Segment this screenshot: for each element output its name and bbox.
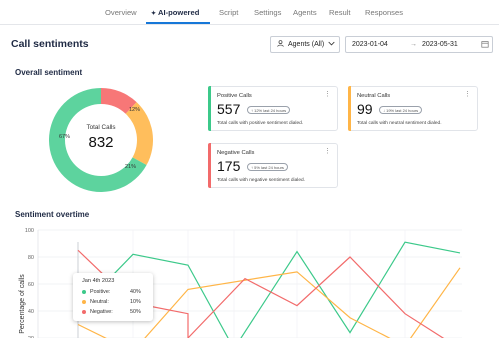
neutral-calls-card[interactable]: Neutral Calls ⋮ 99 ↓ 19% last 24 hours T… [348, 86, 478, 131]
chart-tooltip: Jan 4th 2023 Positive: 40% Neutral: 10% Ne… [73, 273, 153, 321]
tooltip-row-neutral: Neutral: 10% [82, 299, 148, 305]
tab-ai-powered[interactable]: ✦ AI-powered [151, 8, 199, 17]
tab-result[interactable]: Result [329, 8, 351, 17]
chevron-down-icon [328, 41, 335, 48]
legend-dot [82, 289, 86, 294]
tooltip-row-value: 40% [130, 289, 141, 295]
tab-ai-powered-label: AI-powered [158, 8, 200, 17]
negative-calls-card[interactable]: Negative Calls ⋮ 175 ↑ 5% last 24 hours … [208, 143, 338, 188]
card-description: Total calls with negative sentiment dial… [217, 178, 305, 183]
tab-overview[interactable]: Overview [105, 8, 137, 17]
card-title: Positive Calls [217, 93, 252, 99]
tab-script[interactable]: Script [219, 8, 238, 17]
change-value: ↑ 5% [251, 165, 260, 170]
arrow-right-icon: → [410, 41, 417, 48]
slice-label-neutral: 21% [125, 164, 137, 170]
sentiment-overtime-title: Sentiment overtime [15, 210, 90, 219]
sentiment-donut: Total Calls 832 67% 21% 12% [49, 88, 153, 192]
more-options-icon[interactable]: ⋮ [324, 90, 331, 98]
card-title: Neutral Calls [357, 93, 391, 99]
card-value: 99 [357, 101, 373, 117]
tooltip-row-value: 50% [130, 309, 141, 315]
change-value: ↑ 12% [251, 108, 263, 113]
change-badge: ↑ 5% last 24 hours [247, 163, 288, 171]
y-axis-label: Percentage of calls [19, 274, 26, 334]
page-title: Call sentiments [11, 38, 89, 50]
tab-bar: Overview ✦ AI-powered Script Settings Age… [0, 0, 499, 25]
person-icon [277, 40, 284, 49]
y-tick-label: 100 [25, 228, 34, 234]
tooltip-row-name: Positive: [90, 289, 111, 295]
card-description: Total calls with neutral sentiment diale… [357, 121, 442, 126]
calendar-icon [481, 40, 489, 50]
y-tick-label: 40 [28, 309, 34, 315]
change-note: last 24 hours [395, 108, 419, 113]
change-badge: ↑ 12% last 24 hours [247, 106, 291, 114]
card-value: 175 [217, 158, 241, 174]
card-accent [208, 143, 211, 188]
legend-dot [82, 299, 86, 304]
date-from[interactable]: 2023-01-04 [352, 41, 388, 48]
positive-calls-card[interactable]: Positive Calls ⋮ 557 ↑ 12% last 24 hours… [208, 86, 338, 131]
more-options-icon[interactable]: ⋮ [464, 90, 471, 98]
tooltip-row-negative: Negative: 50% [82, 309, 148, 315]
legend-dot [82, 309, 86, 314]
tab-responses[interactable]: Responses [365, 8, 403, 17]
overall-sentiment-title: Overall sentiment [15, 68, 83, 77]
card-accent [348, 86, 351, 131]
agents-dropdown[interactable]: Agents (All) [270, 36, 340, 53]
tooltip-row-value: 10% [130, 299, 141, 305]
card-title: Negative Calls [217, 150, 255, 156]
active-tab-indicator [146, 22, 210, 24]
more-options-icon[interactable]: ⋮ [324, 147, 331, 155]
y-tick-label: 60 [28, 282, 34, 288]
tab-agents[interactable]: Agents [293, 8, 317, 17]
date-range-picker[interactable]: 2023-01-04 → 2023-05-31 [345, 36, 493, 53]
change-note: last 24 hours [261, 165, 284, 170]
change-value: ↓ 19% [383, 108, 395, 113]
slice-label-negative: 12% [129, 107, 141, 113]
tooltip-row-positive: Positive: 40% [82, 289, 148, 295]
tooltip-row-name: Negative: [90, 309, 113, 315]
tooltip-title: Jan 4th 2023 [82, 278, 115, 284]
card-value: 557 [217, 101, 241, 117]
tooltip-row-name: Neutral: [90, 299, 109, 305]
slice-label-positive: 67% [59, 134, 71, 140]
card-accent [208, 86, 211, 131]
tab-settings[interactable]: Settings [254, 8, 281, 17]
date-to[interactable]: 2023-05-31 [422, 41, 458, 48]
sparkle-icon: ✦ [151, 11, 157, 17]
change-badge: ↓ 19% last 24 hours [379, 106, 423, 114]
change-note: last 24 hours [263, 108, 287, 113]
card-description: Total calls with positive sentiment dial… [217, 121, 304, 126]
agents-dropdown-value: Agents (All) [288, 41, 325, 48]
y-tick-label: 80 [28, 255, 34, 261]
donut-total-label: Total Calls [86, 124, 116, 131]
